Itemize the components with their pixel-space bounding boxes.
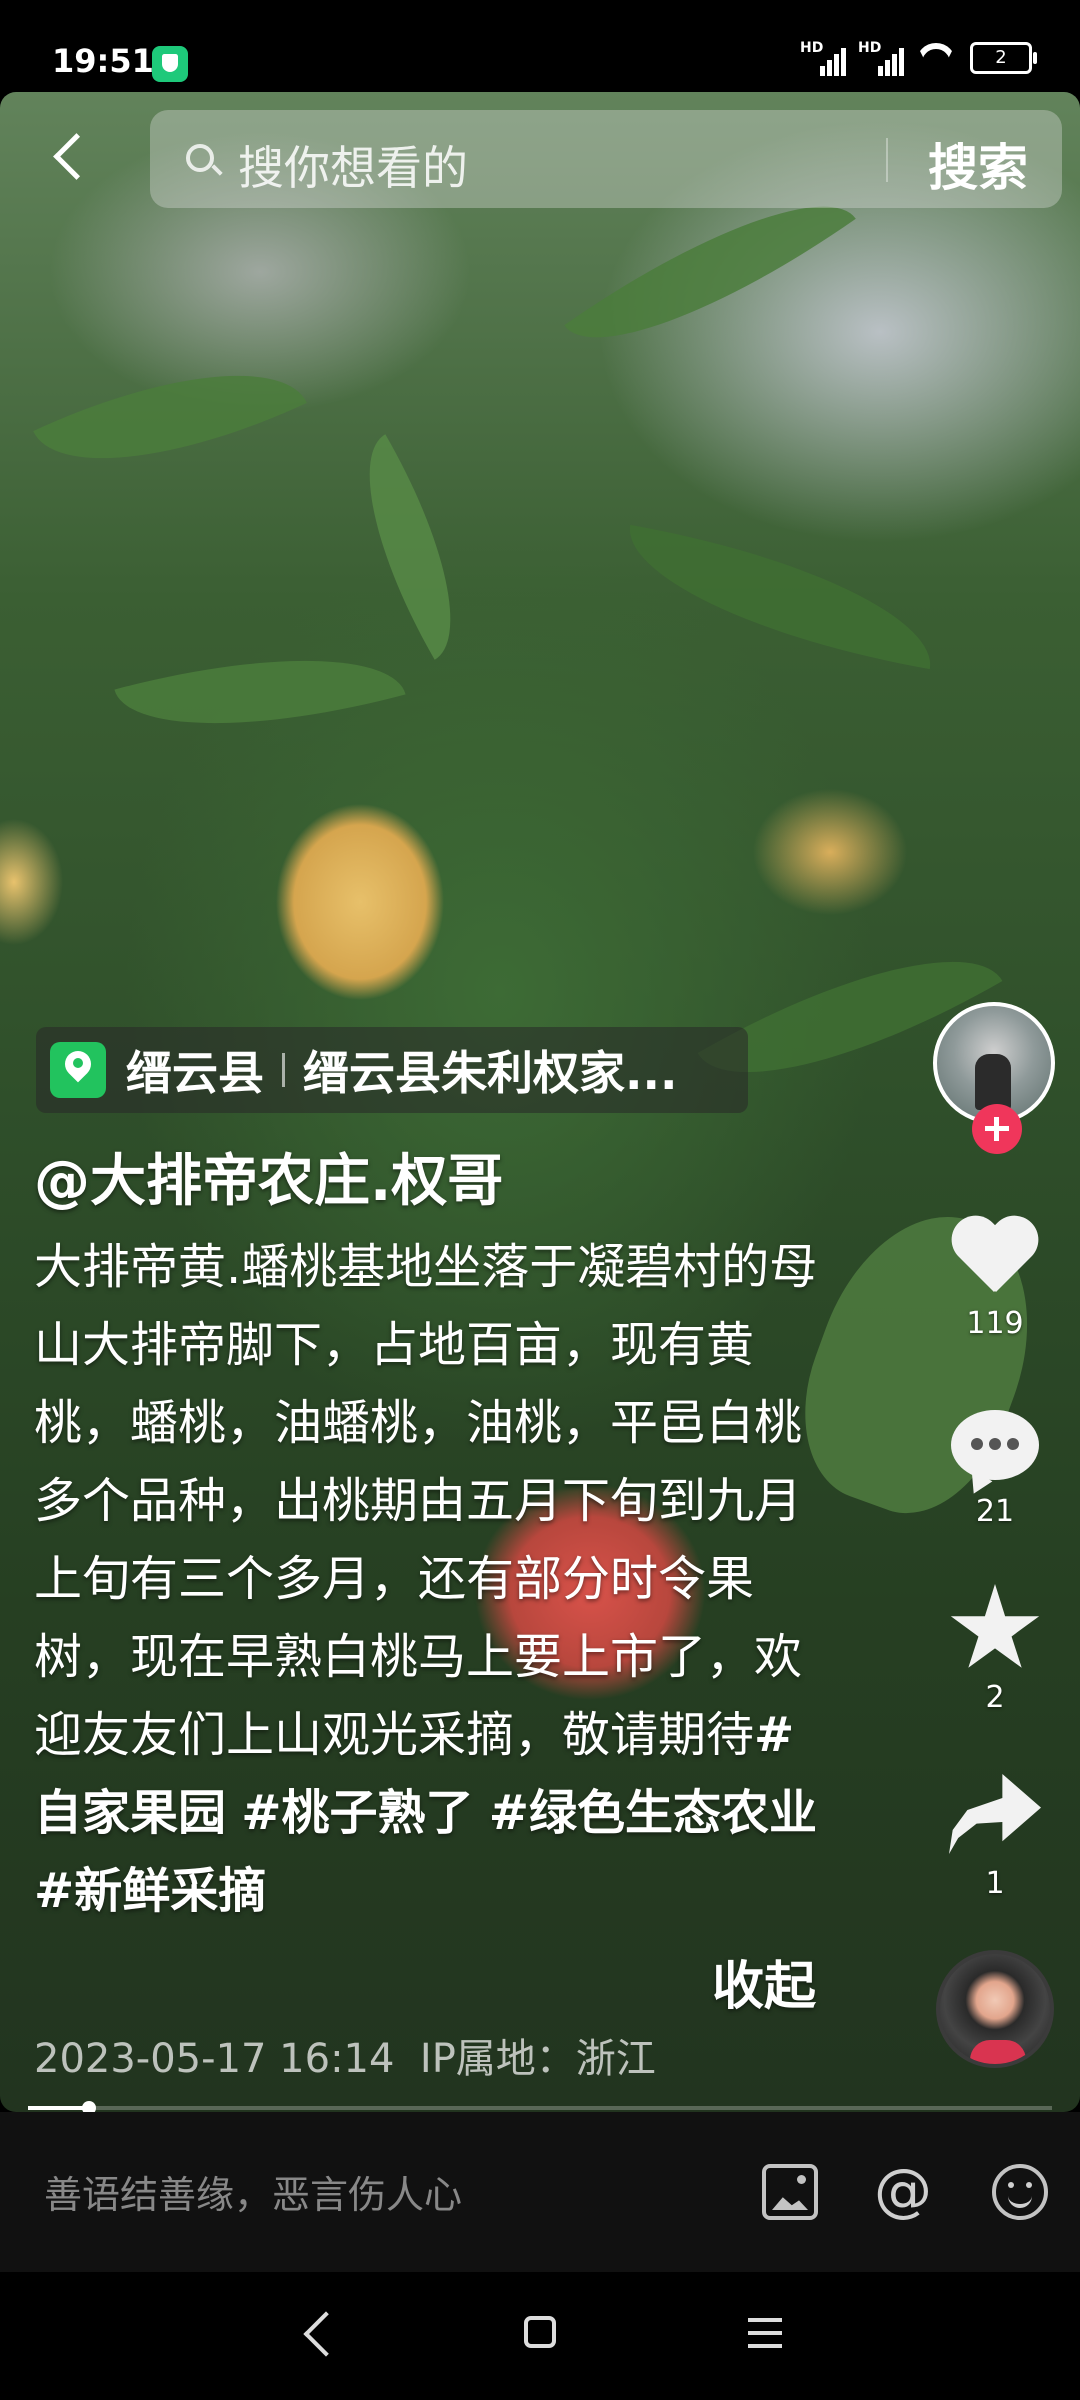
divider	[886, 138, 888, 182]
location-city: 缙云县	[126, 1046, 264, 1100]
nav-menu-icon[interactable]	[748, 2318, 782, 2348]
post-meta: 2023-05-17 16:14 IP属地：浙江	[34, 2026, 656, 2084]
battery-icon: 2	[970, 42, 1037, 74]
like-button[interactable]: 119	[930, 1210, 1060, 1341]
leaf-decoration	[33, 321, 307, 513]
location-place: 缙云县朱利权家...	[303, 1046, 678, 1100]
share-count: 1	[985, 1866, 1005, 1901]
favorite-count: 2	[985, 1680, 1005, 1715]
comment-button[interactable]: 21	[930, 1400, 1060, 1529]
progress-fill	[28, 2106, 90, 2110]
location-pin-icon	[50, 1042, 106, 1098]
share-button[interactable]: 1	[930, 1768, 1060, 1901]
description-text: 大排帝黄.蟠桃基地坐落于凝碧村的母山大排帝脚下，占地百亩，现有黄桃，蟠桃，油蟠桃…	[34, 1239, 818, 1763]
leaf-decoration	[324, 434, 496, 660]
status-time: 19:51	[52, 42, 154, 80]
video-progress-bar[interactable]	[28, 2101, 1052, 2115]
at-icon[interactable]: @	[874, 2161, 932, 2220]
signal-icon: HD	[800, 40, 846, 76]
emoji-icon[interactable]	[992, 2164, 1048, 2220]
back-icon[interactable]	[42, 128, 102, 188]
search-input[interactable]: 搜你想看的 搜索	[150, 110, 1062, 208]
follow-plus-icon[interactable]	[972, 1104, 1022, 1154]
hd-label: HD	[858, 40, 882, 56]
system-nav-bar	[0, 2272, 1080, 2400]
favorite-button[interactable]: 2	[930, 1584, 1060, 1715]
search-icon	[186, 144, 214, 172]
signal-icon: HD	[858, 40, 904, 76]
top-bar: 搜你想看的 搜索	[0, 92, 1080, 232]
comment-input[interactable]: 善语结善缘，恶言伤人心	[44, 2164, 462, 2219]
hashtag[interactable]: #新鲜采摘	[34, 1863, 266, 1919]
search-placeholder: 搜你想看的	[238, 141, 468, 195]
location-tag[interactable]: 缙云县 缙云县朱利权家...	[36, 1027, 748, 1113]
image-icon[interactable]	[762, 2164, 818, 2220]
leaf-decoration	[114, 617, 406, 767]
battery-level: 2	[995, 47, 1007, 68]
hashtag[interactable]: #桃子熟了	[241, 1785, 473, 1841]
search-button[interactable]: 搜索	[928, 128, 1028, 200]
ip-location: IP属地：浙江	[419, 2036, 656, 2082]
music-disc-icon[interactable]	[936, 1950, 1054, 2068]
wifi-icon	[916, 43, 956, 73]
hashtag[interactable]: #绿色生态农业	[489, 1785, 817, 1841]
divider	[282, 1053, 285, 1087]
heart-icon	[949, 1210, 1041, 1302]
comment-icon	[951, 1410, 1039, 1480]
post-date: 2023-05-17 16:14	[34, 2036, 395, 2082]
hd-label: HD	[800, 40, 824, 56]
comment-bar: 善语结善缘，恶言伤人心 @	[0, 2112, 1080, 2272]
nav-home-icon[interactable]	[524, 2316, 556, 2348]
share-icon	[949, 1774, 1041, 1854]
author-name[interactable]: @大排帝农庄.权哥	[34, 1136, 503, 1217]
collapse-button[interactable]: 收起	[712, 1944, 816, 2019]
security-shield-icon	[152, 46, 188, 82]
comment-count: 21	[975, 1494, 1015, 1529]
nav-back-icon[interactable]	[303, 2311, 349, 2357]
star-icon	[950, 1584, 1040, 1668]
like-count: 119	[966, 1306, 1024, 1341]
leaf-decoration	[614, 524, 946, 670]
status-bar: 19:51 HD HD 2	[0, 0, 1080, 92]
post-description: 大排帝黄.蟠桃基地坐落于凝碧村的母山大排帝脚下，占地百亩，现有黄桃，蟠桃，油蟠桃…	[34, 1228, 834, 1930]
